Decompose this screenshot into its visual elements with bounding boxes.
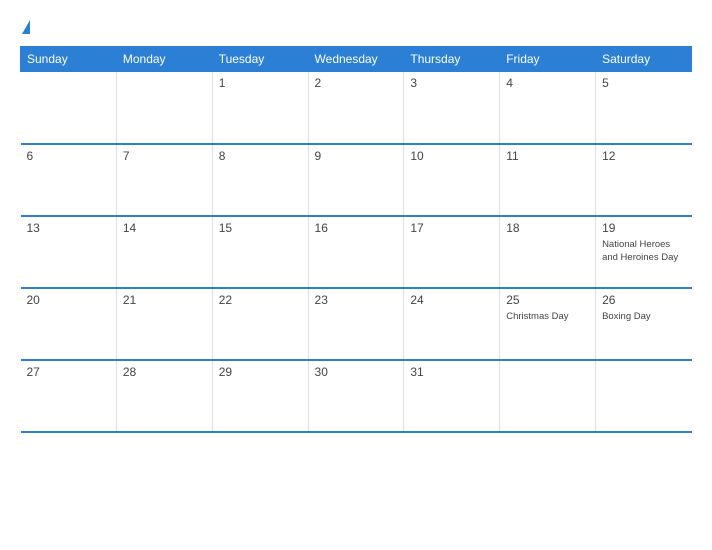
calendar-header-row: SundayMondayTuesdayWednesdayThursdayFrid… <box>21 47 692 72</box>
col-header-friday: Friday <box>500 47 596 72</box>
calendar-cell <box>596 360 692 432</box>
calendar-cell: 28 <box>116 360 212 432</box>
logo-general <box>20 18 30 36</box>
day-number: 18 <box>506 221 589 235</box>
week-row-2: 13 14 15 16 17 18 19 National Heroes and Heroin… <box>21 216 692 288</box>
calendar-cell: 15 <box>212 216 308 288</box>
header <box>20 18 692 36</box>
calendar-cell: 18 <box>500 216 596 288</box>
calendar-cell: 25 Christmas Day <box>500 288 596 360</box>
day-number: 23 <box>315 293 398 307</box>
day-number: 28 <box>123 365 206 379</box>
logo-triangle-icon <box>22 20 30 34</box>
calendar-cell <box>500 360 596 432</box>
calendar-cell: 7 <box>116 144 212 216</box>
day-number: 6 <box>27 149 110 163</box>
calendar-cell: 9 <box>308 144 404 216</box>
calendar-cell: 20 <box>21 288 117 360</box>
calendar-cell: 2 <box>308 72 404 144</box>
day-number: 8 <box>219 149 302 163</box>
day-number: 13 <box>27 221 110 235</box>
day-number: 17 <box>410 221 493 235</box>
calendar-cell: 16 <box>308 216 404 288</box>
col-header-monday: Monday <box>116 47 212 72</box>
day-number: 9 <box>315 149 398 163</box>
day-number: 31 <box>410 365 493 379</box>
col-header-thursday: Thursday <box>404 47 500 72</box>
col-header-wednesday: Wednesday <box>308 47 404 72</box>
calendar-cell: 8 <box>212 144 308 216</box>
calendar-cell: 14 <box>116 216 212 288</box>
day-number: 3 <box>410 76 493 90</box>
calendar-cell <box>116 72 212 144</box>
col-header-saturday: Saturday <box>596 47 692 72</box>
day-number: 4 <box>506 76 589 90</box>
calendar-cell: 24 <box>404 288 500 360</box>
calendar-cell: 1 <box>212 72 308 144</box>
calendar-cell: 4 <box>500 72 596 144</box>
calendar-cell: 19 National Heroes and Heroines Day <box>596 216 692 288</box>
calendar-cell: 29 <box>212 360 308 432</box>
calendar-cell: 30 <box>308 360 404 432</box>
event-label: National Heroes and Heroines Day <box>602 239 678 263</box>
day-number: 2 <box>315 76 398 90</box>
day-number: 25 <box>506 293 589 307</box>
day-number: 10 <box>410 149 493 163</box>
calendar-cell: 5 <box>596 72 692 144</box>
week-row-3: 20 21 22 23 24 25 Christmas Day 26 Boxing Day <box>21 288 692 360</box>
calendar-cell: 22 <box>212 288 308 360</box>
week-row-4: 27 28 29 30 31 <box>21 360 692 432</box>
day-number: 26 <box>602 293 685 307</box>
event-label: Boxing Day <box>602 311 651 322</box>
day-number: 19 <box>602 221 685 235</box>
calendar-cell: 27 <box>21 360 117 432</box>
logo <box>20 18 30 36</box>
day-number: 22 <box>219 293 302 307</box>
calendar-cell: 17 <box>404 216 500 288</box>
calendar-cell: 3 <box>404 72 500 144</box>
calendar-cell: 10 <box>404 144 500 216</box>
calendar-cell: 21 <box>116 288 212 360</box>
day-number: 15 <box>219 221 302 235</box>
calendar-table: SundayMondayTuesdayWednesdayThursdayFrid… <box>20 46 692 433</box>
week-row-0: 12345 <box>21 72 692 144</box>
day-number: 1 <box>219 76 302 90</box>
day-number: 27 <box>27 365 110 379</box>
calendar-cell: 11 <box>500 144 596 216</box>
day-number: 14 <box>123 221 206 235</box>
event-label: Christmas Day <box>506 311 568 322</box>
day-number: 29 <box>219 365 302 379</box>
calendar-cell: 12 <box>596 144 692 216</box>
day-number: 20 <box>27 293 110 307</box>
day-number: 7 <box>123 149 206 163</box>
calendar-cell: 26 Boxing Day <box>596 288 692 360</box>
col-header-tuesday: Tuesday <box>212 47 308 72</box>
day-number: 21 <box>123 293 206 307</box>
day-number: 30 <box>315 365 398 379</box>
calendar-cell: 13 <box>21 216 117 288</box>
col-header-sunday: Sunday <box>21 47 117 72</box>
calendar-cell: 31 <box>404 360 500 432</box>
calendar-cell: 6 <box>21 144 117 216</box>
calendar-cell: 23 <box>308 288 404 360</box>
calendar-cell <box>21 72 117 144</box>
day-number: 5 <box>602 76 685 90</box>
day-number: 16 <box>315 221 398 235</box>
day-number: 12 <box>602 149 685 163</box>
week-row-1: 6789 10 11 12 <box>21 144 692 216</box>
page: SundayMondayTuesdayWednesdayThursdayFrid… <box>0 0 712 550</box>
day-number: 11 <box>506 149 589 163</box>
day-number: 24 <box>410 293 493 307</box>
